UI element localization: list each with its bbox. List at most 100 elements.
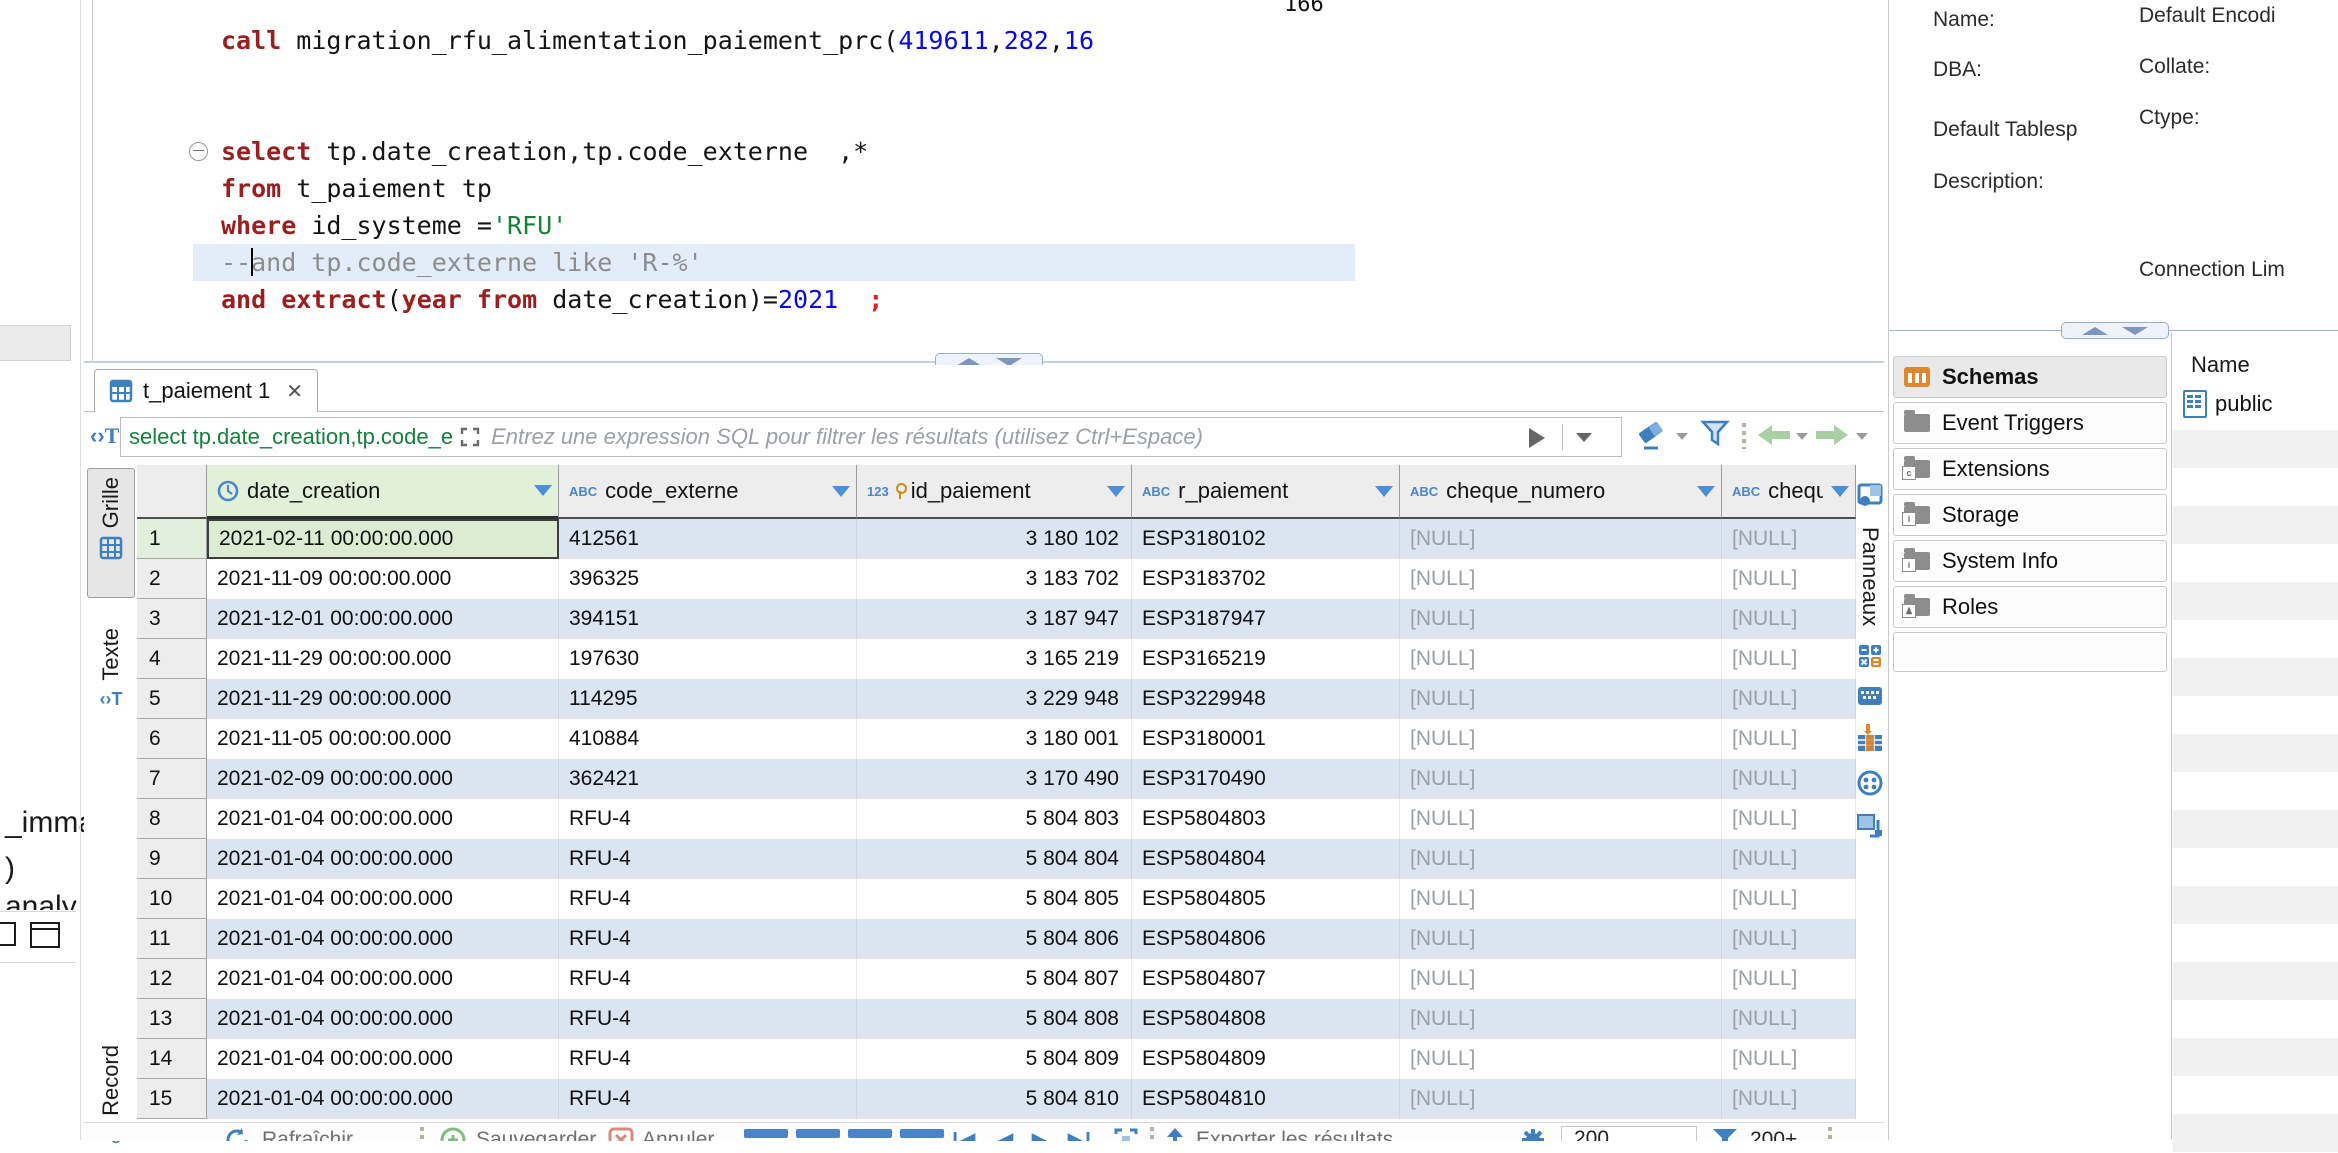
column-sort-dropdown-icon[interactable] [1697,486,1715,497]
grid-cell-code_externe[interactable]: 412561 [559,519,857,559]
add-row-icon[interactable] [796,1129,840,1138]
grid-cell-cheque_numero[interactable]: [NULL] [1400,879,1722,919]
grid-cell-date_creation[interactable]: 2021-01-04 00:00:00.000 [207,1039,559,1079]
row-number[interactable]: 10 [137,879,207,919]
grid-cell-id_paiement[interactable]: 3 180 001 [857,719,1132,759]
previous-dropdown-icon[interactable] [1796,433,1808,440]
delete-row-icon[interactable] [900,1129,944,1138]
grid-cell-chequ[interactable]: [NULL] [1722,599,1856,639]
grid-cell-chequ[interactable]: [NULL] [1722,1079,1856,1119]
row-number[interactable]: 5 [137,679,207,719]
grid-cell-id_paiement[interactable]: 5 804 810 [857,1079,1132,1119]
grid-cell-id_paiement[interactable]: 5 804 803 [857,799,1132,839]
grid-cell-date_creation[interactable]: 2021-01-04 00:00:00.000 [207,879,559,919]
tab-t-paiement-1[interactable]: t_paiement 1 ✕ [94,369,318,412]
copy-row-icon[interactable] [848,1129,892,1138]
grid-cell-chequ[interactable]: [NULL] [1722,679,1856,719]
grid-cell-chequ[interactable]: [NULL] [1722,839,1856,879]
row-number[interactable]: 12 [137,959,207,999]
grid-cell-cheque_numero[interactable]: [NULL] [1400,959,1722,999]
grid-cell-chequ[interactable]: [NULL] [1722,999,1856,1039]
row-number[interactable]: 6 [137,719,207,759]
grid-cell-cheque_numero[interactable]: [NULL] [1400,599,1722,639]
grid-cell-cheque_numero[interactable]: [NULL] [1400,1039,1722,1079]
grid-cell-cheque_numero[interactable]: [NULL] [1400,679,1722,719]
grid-cell-r_paiement[interactable]: ESP5804808 [1132,999,1400,1039]
nav-item-schemas[interactable]: Schemas [1893,356,2167,398]
window-layout-icon[interactable] [0,922,16,946]
grid-cell-code_externe[interactable]: 197630 [559,639,857,679]
export-label[interactable]: Exporter les résultats [1196,1128,1393,1141]
nav-item-system-info[interactable]: iSystem Info [1893,540,2167,582]
row-number[interactable]: 13 [137,999,207,1039]
grid-cell-r_paiement[interactable]: ESP3170490 [1132,759,1400,799]
grid-cell-chequ[interactable]: [NULL] [1722,1039,1856,1079]
grid-cell-code_externe[interactable]: 114295 [559,679,857,719]
row-number[interactable]: 3 [137,599,207,639]
refresh-label[interactable]: Rafraîchir [262,1128,353,1141]
grid-cell-chequ[interactable]: [NULL] [1722,959,1856,999]
grid-corner[interactable] [137,465,207,519]
column-sort-dropdown-icon[interactable] [1831,486,1849,497]
sql-editor[interactable]: call migration_rfu_alimentation_paiement… [92,0,1885,361]
panel-config-icon[interactable] [1857,483,1883,509]
grid-cell-cheque_numero[interactable]: [NULL] [1400,759,1722,799]
grid-cell-date_creation[interactable]: 2021-01-04 00:00:00.000 [207,919,559,959]
eraser-dropdown-icon[interactable] [1676,433,1688,440]
column-sort-dropdown-icon[interactable] [1107,486,1125,497]
edit-row-icon[interactable] [744,1129,788,1138]
next-dropdown-icon[interactable] [1856,433,1868,440]
presentation-tab-grille[interactable]: Grille [87,468,135,598]
schema-row-public[interactable]: public [2183,390,2272,418]
grid-cell-r_paiement[interactable]: ESP3229948 [1132,679,1400,719]
previous-result-icon[interactable] [1756,423,1792,447]
nav-item-extensions[interactable]: cExtensions [1893,448,2167,490]
column-header-chequ[interactable]: ABCchequ [1722,465,1856,519]
grid-cell-r_paiement[interactable]: ESP5804810 [1132,1079,1400,1119]
nav-item-storage[interactable]: iStorage [1893,494,2167,536]
grid-cell-date_creation[interactable]: 2021-11-29 00:00:00.000 [207,679,559,719]
row-number[interactable]: 14 [137,1039,207,1079]
filter-history-dropdown-icon[interactable] [1576,433,1592,442]
grid-cell-code_externe[interactable]: 394151 [559,599,857,639]
grid-cell-cheque_numero[interactable]: [NULL] [1400,719,1722,759]
grid-cell-code_externe[interactable]: 396325 [559,559,857,599]
clear-filter-eraser-icon[interactable] [1636,421,1668,451]
fetch-settings-icon[interactable] [1520,1127,1546,1141]
save-icon[interactable] [440,1127,466,1141]
grid-cell-date_creation[interactable]: 2021-12-01 00:00:00.000 [207,599,559,639]
grid-cell-r_paiement[interactable]: ESP3187947 [1132,599,1400,639]
aggregate-panel-icon[interactable] [1857,724,1883,752]
grid-cell-chequ[interactable]: [NULL] [1722,639,1856,679]
row-count-funnel-icon[interactable] [1712,1128,1738,1141]
grid-cell-r_paiement[interactable]: ESP5804805 [1132,879,1400,919]
value-viewer-panel-icon[interactable] [1857,686,1883,706]
grid-cell-code_externe[interactable]: RFU-4 [559,1039,857,1079]
grid-cell-id_paiement[interactable]: 3 180 102 [857,519,1132,559]
grid-cell-date_creation[interactable]: 2021-01-04 00:00:00.000 [207,1079,559,1119]
grid-cell-cheque_numero[interactable]: [NULL] [1400,839,1722,879]
grid-cell-chequ[interactable]: [NULL] [1722,879,1856,919]
column-header-id_paiement[interactable]: 123id_paiement [857,465,1132,519]
grid-cell-chequ[interactable]: [NULL] [1722,919,1856,959]
cancel-icon[interactable] [608,1127,634,1141]
grid-cell-cheque_numero[interactable]: [NULL] [1400,999,1722,1039]
grid-cell-cheque_numero[interactable]: [NULL] [1400,519,1722,559]
cancel-label[interactable]: Annuler [642,1128,714,1141]
column-header-r_paiement[interactable]: ABCr_paiement [1132,465,1400,519]
tab-close-icon[interactable]: ✕ [286,379,303,404]
row-number[interactable]: 9 [137,839,207,879]
apply-filter-icon[interactable] [1529,428,1545,448]
grid-cell-code_externe[interactable]: RFU-4 [559,959,857,999]
row-number[interactable]: 1 [137,519,207,559]
row-number[interactable]: 11 [137,919,207,959]
fold-collapse-icon[interactable] [189,142,208,161]
grid-cell-chequ[interactable]: [NULL] [1722,759,1856,799]
grid-cell-id_paiement[interactable]: 3 165 219 [857,639,1132,679]
grid-cell-id_paiement[interactable]: 3 183 702 [857,559,1132,599]
grid-cell-id_paiement[interactable]: 5 804 809 [857,1039,1132,1079]
grid-cell-chequ[interactable]: [NULL] [1722,519,1856,559]
grid-cell-id_paiement[interactable]: 3 187 947 [857,599,1132,639]
grid-cell-id_paiement[interactable]: 3 229 948 [857,679,1132,719]
nav-item-roles[interactable]: ♟Roles [1893,586,2167,628]
